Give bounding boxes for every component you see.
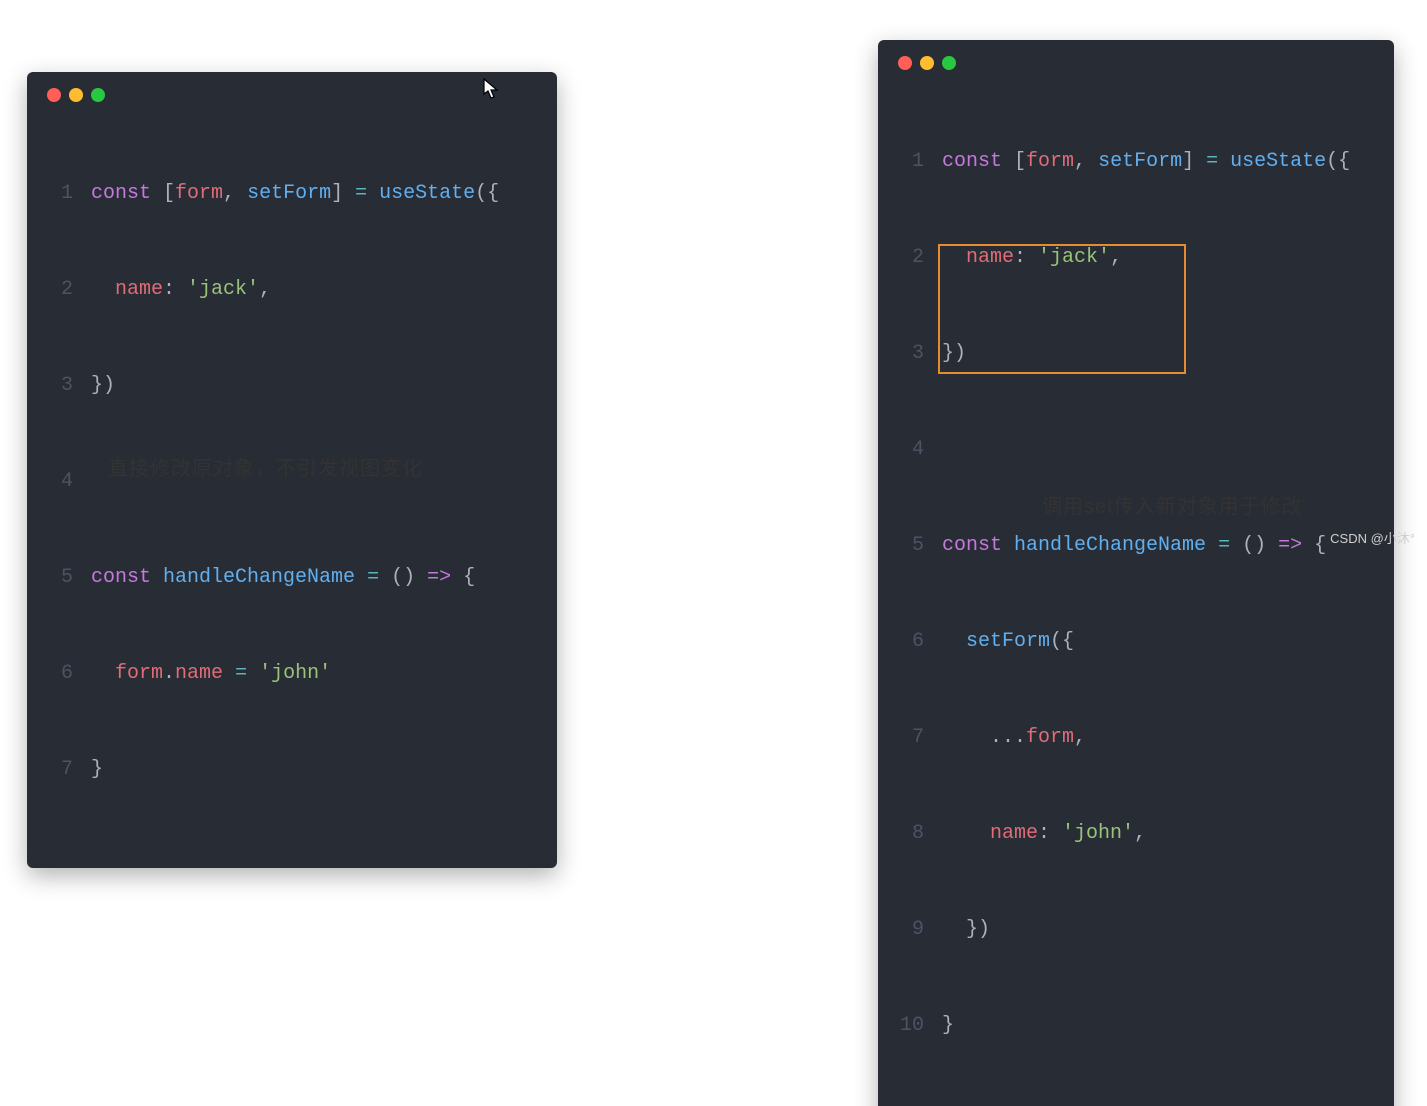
indent bbox=[942, 630, 966, 653]
minimize-icon bbox=[69, 88, 83, 102]
close-icon bbox=[898, 56, 912, 70]
variable: form bbox=[1026, 150, 1074, 173]
line-number: 7 bbox=[47, 754, 73, 786]
window-controls bbox=[47, 88, 537, 102]
line-number: 6 bbox=[898, 626, 924, 658]
caption-left: 直接修改原对象，不引发视图变化 bbox=[108, 452, 423, 481]
operator: = bbox=[223, 662, 259, 685]
indent bbox=[91, 278, 115, 301]
keyword: const bbox=[91, 182, 151, 205]
bracket: ] bbox=[1182, 150, 1194, 173]
minimize-icon bbox=[920, 56, 934, 70]
indent bbox=[942, 246, 966, 269]
bracket: [ bbox=[1002, 150, 1026, 173]
line-number: 1 bbox=[47, 178, 73, 210]
string: 'jack' bbox=[1038, 246, 1110, 269]
indent bbox=[942, 726, 990, 749]
comma: , bbox=[1110, 246, 1122, 269]
operator: = bbox=[343, 182, 379, 205]
line-number: 10 bbox=[898, 1010, 924, 1042]
keyword: const bbox=[942, 150, 1002, 173]
operator: = bbox=[355, 566, 391, 589]
line-number: 5 bbox=[898, 530, 924, 562]
property: name bbox=[990, 822, 1038, 845]
string: 'john' bbox=[1062, 822, 1134, 845]
property: name bbox=[175, 662, 223, 685]
colon: : bbox=[1014, 246, 1038, 269]
parens: () bbox=[391, 566, 415, 589]
line-number: 2 bbox=[47, 274, 73, 306]
brace: }) bbox=[942, 338, 966, 370]
function: useState bbox=[379, 182, 475, 205]
function: useState bbox=[1230, 150, 1326, 173]
comma: , bbox=[1074, 150, 1098, 173]
code-block-left: 1const [form, setForm] = useState({ 2 na… bbox=[47, 114, 537, 850]
brace: } bbox=[91, 754, 103, 786]
function: handleChangeName bbox=[1014, 534, 1206, 557]
property: name bbox=[115, 278, 163, 301]
line-number: 5 bbox=[47, 562, 73, 594]
colon: : bbox=[163, 278, 187, 301]
colon: : bbox=[1038, 822, 1062, 845]
operator: = bbox=[1206, 534, 1242, 557]
string: 'john' bbox=[259, 662, 331, 685]
line-number: 1 bbox=[898, 146, 924, 178]
variable: setForm bbox=[1098, 150, 1182, 173]
comma: , bbox=[1074, 726, 1086, 749]
brace: }) bbox=[91, 370, 115, 402]
close-icon bbox=[47, 88, 61, 102]
indent bbox=[942, 918, 966, 941]
arrow: => bbox=[1266, 534, 1314, 557]
variable: form bbox=[115, 662, 163, 685]
keyword: const bbox=[91, 566, 151, 589]
brace: }) bbox=[966, 918, 990, 941]
space bbox=[151, 566, 163, 589]
caption-right: 调用set传入新对象用于修改 bbox=[1042, 490, 1303, 519]
spread: ... bbox=[990, 726, 1026, 749]
variable: setForm bbox=[247, 182, 331, 205]
dot: . bbox=[163, 662, 175, 685]
function: setForm bbox=[966, 630, 1050, 653]
parens: () bbox=[1242, 534, 1266, 557]
arrow: => bbox=[415, 566, 463, 589]
line-number: 2 bbox=[898, 242, 924, 274]
function: handleChangeName bbox=[163, 566, 355, 589]
bracket: [ bbox=[151, 182, 175, 205]
line-number: 4 bbox=[898, 434, 924, 466]
property: name bbox=[966, 246, 1014, 269]
comma: , bbox=[223, 182, 247, 205]
brace: } bbox=[942, 1010, 954, 1042]
line-number: 6 bbox=[47, 658, 73, 690]
brace: { bbox=[1314, 534, 1326, 557]
line-number: 3 bbox=[898, 338, 924, 370]
space bbox=[1002, 534, 1014, 557]
indent bbox=[942, 822, 990, 845]
line-number: 9 bbox=[898, 914, 924, 946]
line-number: 4 bbox=[47, 466, 73, 498]
code-block-right: 1const [form, setForm] = useState({ 2 na… bbox=[898, 82, 1374, 1106]
zoom-icon bbox=[942, 56, 956, 70]
string: 'jack' bbox=[187, 278, 259, 301]
brace: ({ bbox=[475, 182, 499, 205]
comma: , bbox=[259, 278, 271, 301]
code-window-right: 1const [form, setForm] = useState({ 2 na… bbox=[878, 40, 1394, 1106]
brace: ({ bbox=[1050, 630, 1074, 653]
watermark: CSDN @小沐° bbox=[1330, 528, 1415, 547]
brace: ({ bbox=[1326, 150, 1350, 173]
variable: form bbox=[1026, 726, 1074, 749]
variable: form bbox=[175, 182, 223, 205]
comma: , bbox=[1134, 822, 1146, 845]
line-number: 7 bbox=[898, 722, 924, 754]
keyword: const bbox=[942, 534, 1002, 557]
indent bbox=[91, 662, 115, 685]
line-number: 8 bbox=[898, 818, 924, 850]
window-controls bbox=[898, 56, 1374, 70]
brace: { bbox=[463, 566, 475, 589]
zoom-icon bbox=[91, 88, 105, 102]
operator: = bbox=[1194, 150, 1230, 173]
line-number: 3 bbox=[47, 370, 73, 402]
bracket: ] bbox=[331, 182, 343, 205]
